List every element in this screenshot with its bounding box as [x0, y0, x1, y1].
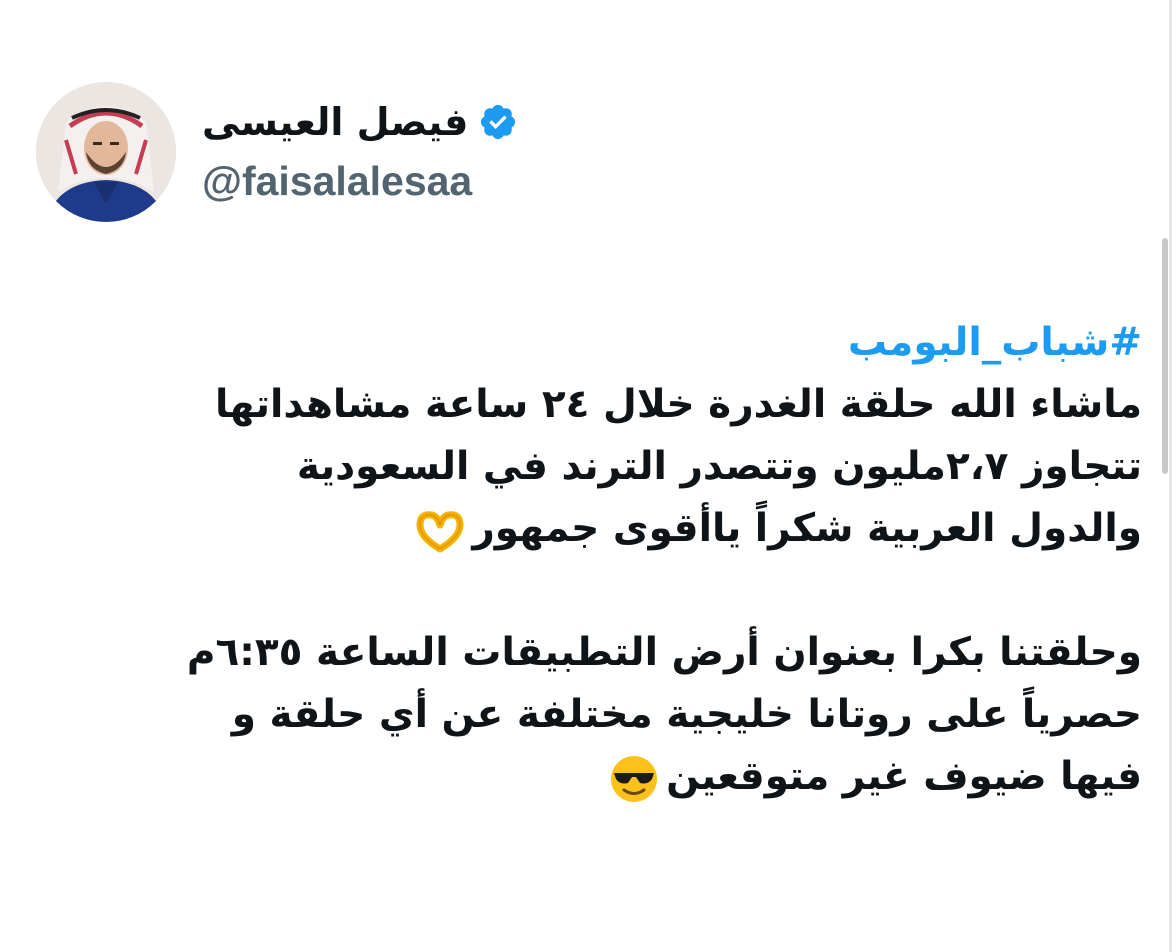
author-handle[interactable]: @faisalalesaa [202, 158, 472, 205]
tweet-line-6: حصرياً على روتانا خليجية مختلفة عن أي حل… [231, 692, 1142, 737]
tweet-line-3: والدول العربية شكراً يا​أقوى جمهور [472, 506, 1142, 551]
tweet-line-3-row: والدول العربية شكراً يا​أقوى جمهور [32, 498, 1142, 560]
verified-badge-icon [481, 104, 516, 140]
tweet-line-1: ماشاء الله حلقة الغدرة خلال ٢٤ ساعة مشاه… [214, 382, 1142, 427]
tweet-line-7: فيها ضيوف غير متوقعين [666, 754, 1142, 799]
tweet-text: #شباب_البومب ماشاء الله حلقة الغدرة خلال… [32, 312, 1142, 808]
profile-photo [36, 82, 176, 222]
tweet-line-2: تتجاوز ٢،٧مليون وتتصدر الترند في السعودي… [296, 444, 1142, 489]
scrollbar[interactable] [1162, 238, 1168, 474]
author-name-row[interactable]: فيصل العيسى [202, 94, 518, 150]
tweet-line-5: وحلقتنا بكرا بعنوان أرض التطبيقات الساعة… [186, 630, 1142, 675]
heart-hands-emoji [414, 505, 466, 557]
tweet-line-7-row: فيها ضيوف غير متوقعين [32, 746, 1142, 808]
tweet-line-4 [32, 560, 1142, 622]
tweet-hashtag[interactable]: #شباب_البومب [32, 312, 1142, 374]
sunglasses-emoji [608, 753, 660, 805]
author-display-name[interactable]: فيصل العيسى [202, 100, 468, 144]
author-avatar[interactable] [36, 82, 176, 222]
